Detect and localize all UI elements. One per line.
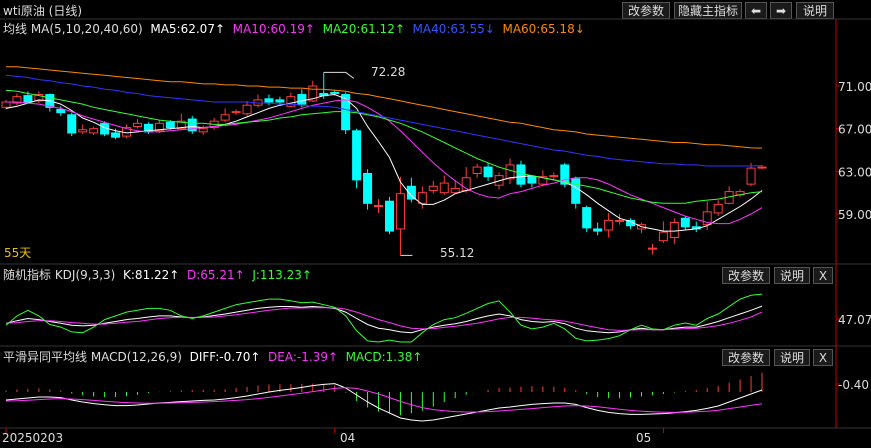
candle-body — [275, 99, 285, 103]
low-price-label: 55.12 — [440, 246, 475, 260]
candle-body — [615, 219, 625, 222]
kdj-legend: 随机指标 KDJ(9,3,3) K:81.22↑ D:65.21↑ J:113.… — [3, 266, 312, 283]
macd-modify-button[interactable]: 改参数 — [722, 349, 770, 366]
kdj-line-j — [5, 293, 763, 343]
macd-value: MACD:1.38↑ — [345, 350, 423, 364]
x-label-may: 05 — [636, 431, 652, 445]
kdj-help-button[interactable]: 说明 — [774, 267, 810, 284]
candle-body — [582, 207, 592, 229]
candle-body — [527, 176, 537, 184]
candle-body — [56, 108, 66, 114]
main-tick-label-3: 59.00 — [838, 208, 871, 222]
ma-line-ma20 — [5, 89, 763, 204]
candle-body — [395, 193, 405, 230]
ma-line-ma40 — [5, 74, 763, 167]
candle-body — [428, 185, 438, 192]
candle-body — [604, 219, 614, 231]
candle-body — [1, 101, 11, 108]
candle-body — [713, 203, 723, 214]
candle-body — [220, 114, 230, 121]
candlestick-chart[interactable]: 71.00 67.00 63.00 59.00 47.07 -0.40 — [0, 0, 871, 448]
candle-body — [67, 114, 77, 134]
candle-body — [264, 98, 274, 103]
candle-body — [505, 164, 515, 180]
candle-body — [374, 204, 384, 207]
kdj-line-k — [5, 305, 763, 334]
candle-body — [746, 167, 756, 185]
candle-body — [78, 129, 88, 133]
kdj-j-value: J:113.23↑ — [252, 268, 312, 282]
candle-body — [89, 128, 99, 134]
macd-line-dea — [5, 387, 763, 413]
main-tick-label-2: 63.00 — [838, 165, 871, 179]
candle-body — [472, 166, 482, 174]
candle-body — [450, 187, 460, 194]
kdj-close-button[interactable]: X — [813, 267, 833, 284]
macd-help-button[interactable]: 说明 — [774, 349, 810, 366]
candle-body — [242, 104, 252, 115]
candle-body — [363, 172, 373, 204]
x-label-start: 20250203 — [2, 431, 64, 445]
main-tick-label-1: 67.00 — [838, 123, 871, 137]
candle-body — [593, 228, 603, 232]
candle-body — [483, 166, 493, 178]
candle-body — [757, 166, 767, 169]
kdj-modify-button[interactable]: 改参数 — [722, 267, 770, 284]
candle-body — [658, 231, 668, 242]
macd-legend: 平滑异同平均线 MACD(12,26,9) DIFF:-0.70↑ DEA:-1… — [3, 348, 422, 365]
x-label-april: 04 — [340, 431, 356, 445]
macd-diff-value: DIFF:-0.70↑ — [189, 350, 261, 364]
candle-body — [384, 200, 394, 232]
kdj-line-d — [5, 307, 763, 331]
candle-body — [165, 121, 175, 129]
candle-body — [549, 175, 559, 178]
main-tick-label-0: 71.00 — [838, 80, 871, 94]
kdj-d-value: D:65.21↑ — [186, 268, 245, 282]
kdj-tick-label-0: 47.07 — [838, 313, 871, 327]
candle-body — [647, 247, 657, 250]
macd-tick-label-0: -0.40 — [838, 378, 869, 392]
high-marker-line — [323, 71, 355, 79]
candle-body — [439, 182, 449, 194]
candle-body — [198, 128, 208, 133]
candle-body — [330, 91, 340, 94]
candle-body — [571, 178, 581, 204]
candle-body — [111, 132, 121, 138]
candle-body — [297, 94, 307, 105]
kdj-k-value: K:81.22↑ — [123, 268, 180, 282]
candle-body — [132, 122, 142, 128]
candle-body — [231, 111, 241, 114]
candle-body — [680, 217, 690, 228]
macd-dea-value: DEA:-1.39↑ — [268, 350, 339, 364]
days-label: 55天 — [4, 246, 32, 260]
candle-body — [352, 130, 362, 181]
macd-legend-name: 平滑异同平均线 MACD(12,26,9) — [3, 350, 182, 364]
candle-body — [23, 95, 33, 103]
high-price-label: 72.28 — [371, 65, 406, 79]
macd-close-button[interactable]: X — [813, 349, 833, 366]
candle-body — [669, 222, 679, 238]
kdj-legend-name: 随机指标 KDJ(9,3,3) — [3, 268, 116, 282]
